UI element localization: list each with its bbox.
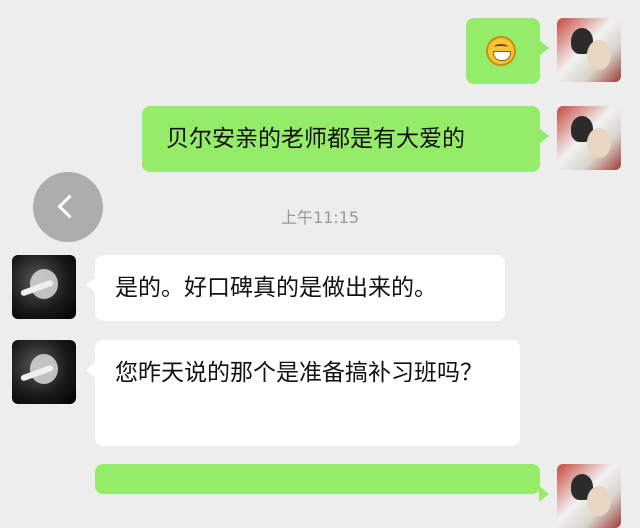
message-timestamp: 上午11:15 bbox=[280, 208, 360, 227]
my-message-emoji-bubble[interactable] bbox=[466, 18, 549, 84]
contact-avatar[interactable] bbox=[12, 340, 76, 404]
contact-avatar[interactable] bbox=[12, 255, 76, 319]
message-text: 贝尔安亲的老师都是有大爱的 bbox=[166, 126, 465, 152]
my-message-bubble[interactable]: 贝尔安亲的老师都是有大爱的 bbox=[142, 106, 549, 172]
message-text: 是的。好口碑真的是做出来的。 bbox=[115, 275, 437, 301]
my-message-bubble[interactable] bbox=[95, 464, 549, 502]
contact-message-bubble[interactable]: 您昨天说的那个是准备搞补习班吗？ bbox=[86, 340, 520, 446]
my-avatar[interactable] bbox=[557, 464, 621, 528]
grinning-face-emoji-icon bbox=[486, 36, 516, 66]
message-text: 您昨天说的那个是准备搞补习班吗？ bbox=[115, 360, 483, 386]
my-avatar[interactable] bbox=[557, 106, 621, 170]
contact-message-bubble[interactable]: 是的。好口碑真的是做出来的。 bbox=[86, 255, 505, 321]
my-avatar[interactable] bbox=[557, 18, 621, 82]
